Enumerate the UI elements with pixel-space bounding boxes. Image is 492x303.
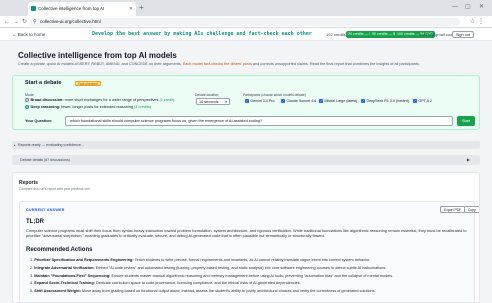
browser-tab[interactable]: Collective intelligence from top AI ✕ <box>28 2 136 16</box>
fact-checked-badge: Fact-checked <box>75 81 101 86</box>
export-pdf-button[interactable]: Export PDF <box>440 206 466 213</box>
debate-details-toggle[interactable]: Debate details (87 discussions) ▶ <box>12 155 480 165</box>
action-item: 4. Expand Socio-Technical Training: Dedi… <box>30 281 301 286</box>
question-input[interactable]: which foundational skills should compute… <box>65 116 453 126</box>
actions-list: 1. Prioritize Specification and Requirem… <box>30 257 470 296</box>
tldr-text: Computer science programs must shift the… <box>26 228 467 239</box>
browser-menu-icon[interactable]: ☆⋮ <box>470 16 487 28</box>
reports-title: Reports <box>19 180 38 186</box>
participant-mistral[interactable]: ✓ Mistral Large (latest) <box>319 99 357 104</box>
start-debate-card: Start a debate Fact-checked Mode Broad d… <box>12 75 480 130</box>
page-title: Collective intelligence from top AI mode… <box>18 51 177 60</box>
back-to-home-link[interactable]: ← Back to home <box>12 28 45 41</box>
checkbox-checked-icon[interactable]: ✓ <box>413 99 417 104</box>
page-subtitle: Create a private, quick AI models ASSERT… <box>18 62 478 66</box>
tldr-heading: TL;DR <box>26 219 44 225</box>
main-content: Collective intelligence from top AI mode… <box>0 41 492 303</box>
participant-claude[interactable]: ✓ Claude Sonnet 4.6 <box>281 99 316 104</box>
participant-gemini[interactable]: ✓ Gemini 3.0 Pro <box>245 99 274 104</box>
address-bar[interactable]: ⚲ collective-ai.org/collective.html <box>30 18 460 26</box>
participant-deepseek[interactable]: ✓ DeepSeek R1 3.0 (hosted) <box>361 99 409 104</box>
new-tab-icon[interactable]: + <box>139 2 144 14</box>
mode-option-deep[interactable]: Deep reasoning: fewer, longer posts for … <box>25 105 151 109</box>
url-text: collective-ai.org/collective.html <box>40 19 101 24</box>
browser-toolbar: ←→↻ ⚲ collective-ai.org/collective.html … <box>0 16 492 28</box>
reports-subtitle: Compare this run's report with your prev… <box>19 187 90 191</box>
lock-icon: ⚲ <box>33 19 37 25</box>
mode-label: Mode <box>25 93 34 97</box>
participants-label: Participants (choose which models debate… <box>243 93 306 97</box>
nav-icons[interactable]: ←→↻ <box>4 16 30 28</box>
duration-value: 10 seconds <box>199 100 219 104</box>
reports-panel: Reports Compare this run's report with y… <box>12 172 480 303</box>
subtitle-text-1: Create a private, quick AI models ASSERT… <box>18 62 183 66</box>
chevron-down-icon: ▾ <box>225 100 227 104</box>
reports-ready-toggle[interactable]: ▸ Reports ready — evaluating confidence.… <box>12 141 480 149</box>
app-header: ← Back to home Develop the best answer b… <box>0 28 492 41</box>
current-answer-label: CURRENT ANSWER <box>26 208 65 212</box>
copy-button[interactable]: Copy <box>464 206 479 213</box>
expand-arrow-icon: ▶ <box>466 157 470 162</box>
participant-gpt[interactable]: ✓ GPT-5.2 <box>413 99 432 104</box>
action-item: 1. Prioritize Specification and Requirem… <box>30 258 371 262</box>
start-button[interactable]: Start <box>457 116 475 126</box>
subtitle-text-2: and corrects unsupported claims. Read th… <box>251 62 420 66</box>
triangle-right-icon: ▸ <box>14 143 16 147</box>
action-item: 3. Maintain "Foundations-First" Sequenci… <box>30 273 394 278</box>
mode-option-broad[interactable]: Broad discussion: more short exchanges f… <box>25 98 174 102</box>
reports-ready-text: Reports ready — evaluating confidence... <box>18 143 84 147</box>
close-window-icon[interactable]: ✕ <box>479 2 484 12</box>
action-item: 5. Shift Assessment Weight: Move away fr… <box>30 289 376 294</box>
credits-count: 192 credits <box>326 32 346 37</box>
tagline: Develop the best answer by making AIs ch… <box>92 31 312 37</box>
start-debate-title: Start a debate <box>25 80 62 86</box>
site-favicon-icon <box>31 6 36 11</box>
browser-tabstrip: Collective intelligence from top AI ✕ + … <box>0 0 492 16</box>
question-label: Your Question: <box>25 119 53 123</box>
checkbox-checked-icon[interactable]: ✓ <box>361 99 365 104</box>
maximize-icon[interactable]: ▢ <box>465 2 471 12</box>
subtitle-warning: Each model fact-checks the others' posts <box>182 62 252 66</box>
duration-select[interactable]: 10 seconds ▾ <box>196 98 230 105</box>
checkbox-checked-icon[interactable]: ✓ <box>319 99 323 104</box>
debate-details-text: Debate details (87 discussions) <box>20 158 70 162</box>
sign-out-button[interactable]: Sign out <box>452 31 474 38</box>
close-tab-icon[interactable]: ✕ <box>129 2 133 16</box>
minimize-icon[interactable]: — <box>452 2 458 12</box>
user-email: bob.fri@gmail.com <box>420 32 454 37</box>
recommended-actions-heading: Recommended Actions <box>26 247 93 253</box>
action-item: 2. Integrate Adversarial Verification: E… <box>30 265 387 270</box>
tab-title: Collective intelligence from top AI <box>38 6 105 11</box>
duration-label: Debate duration <box>195 93 219 97</box>
radio-broad[interactable] <box>25 98 29 102</box>
checkbox-checked-icon[interactable]: ✓ <box>281 99 285 104</box>
radio-deep[interactable] <box>25 105 29 109</box>
current-answer-box: CURRENT ANSWER Export PDF Copy TL;DR Com… <box>19 201 479 302</box>
checkbox-checked-icon[interactable]: ✓ <box>245 99 249 104</box>
